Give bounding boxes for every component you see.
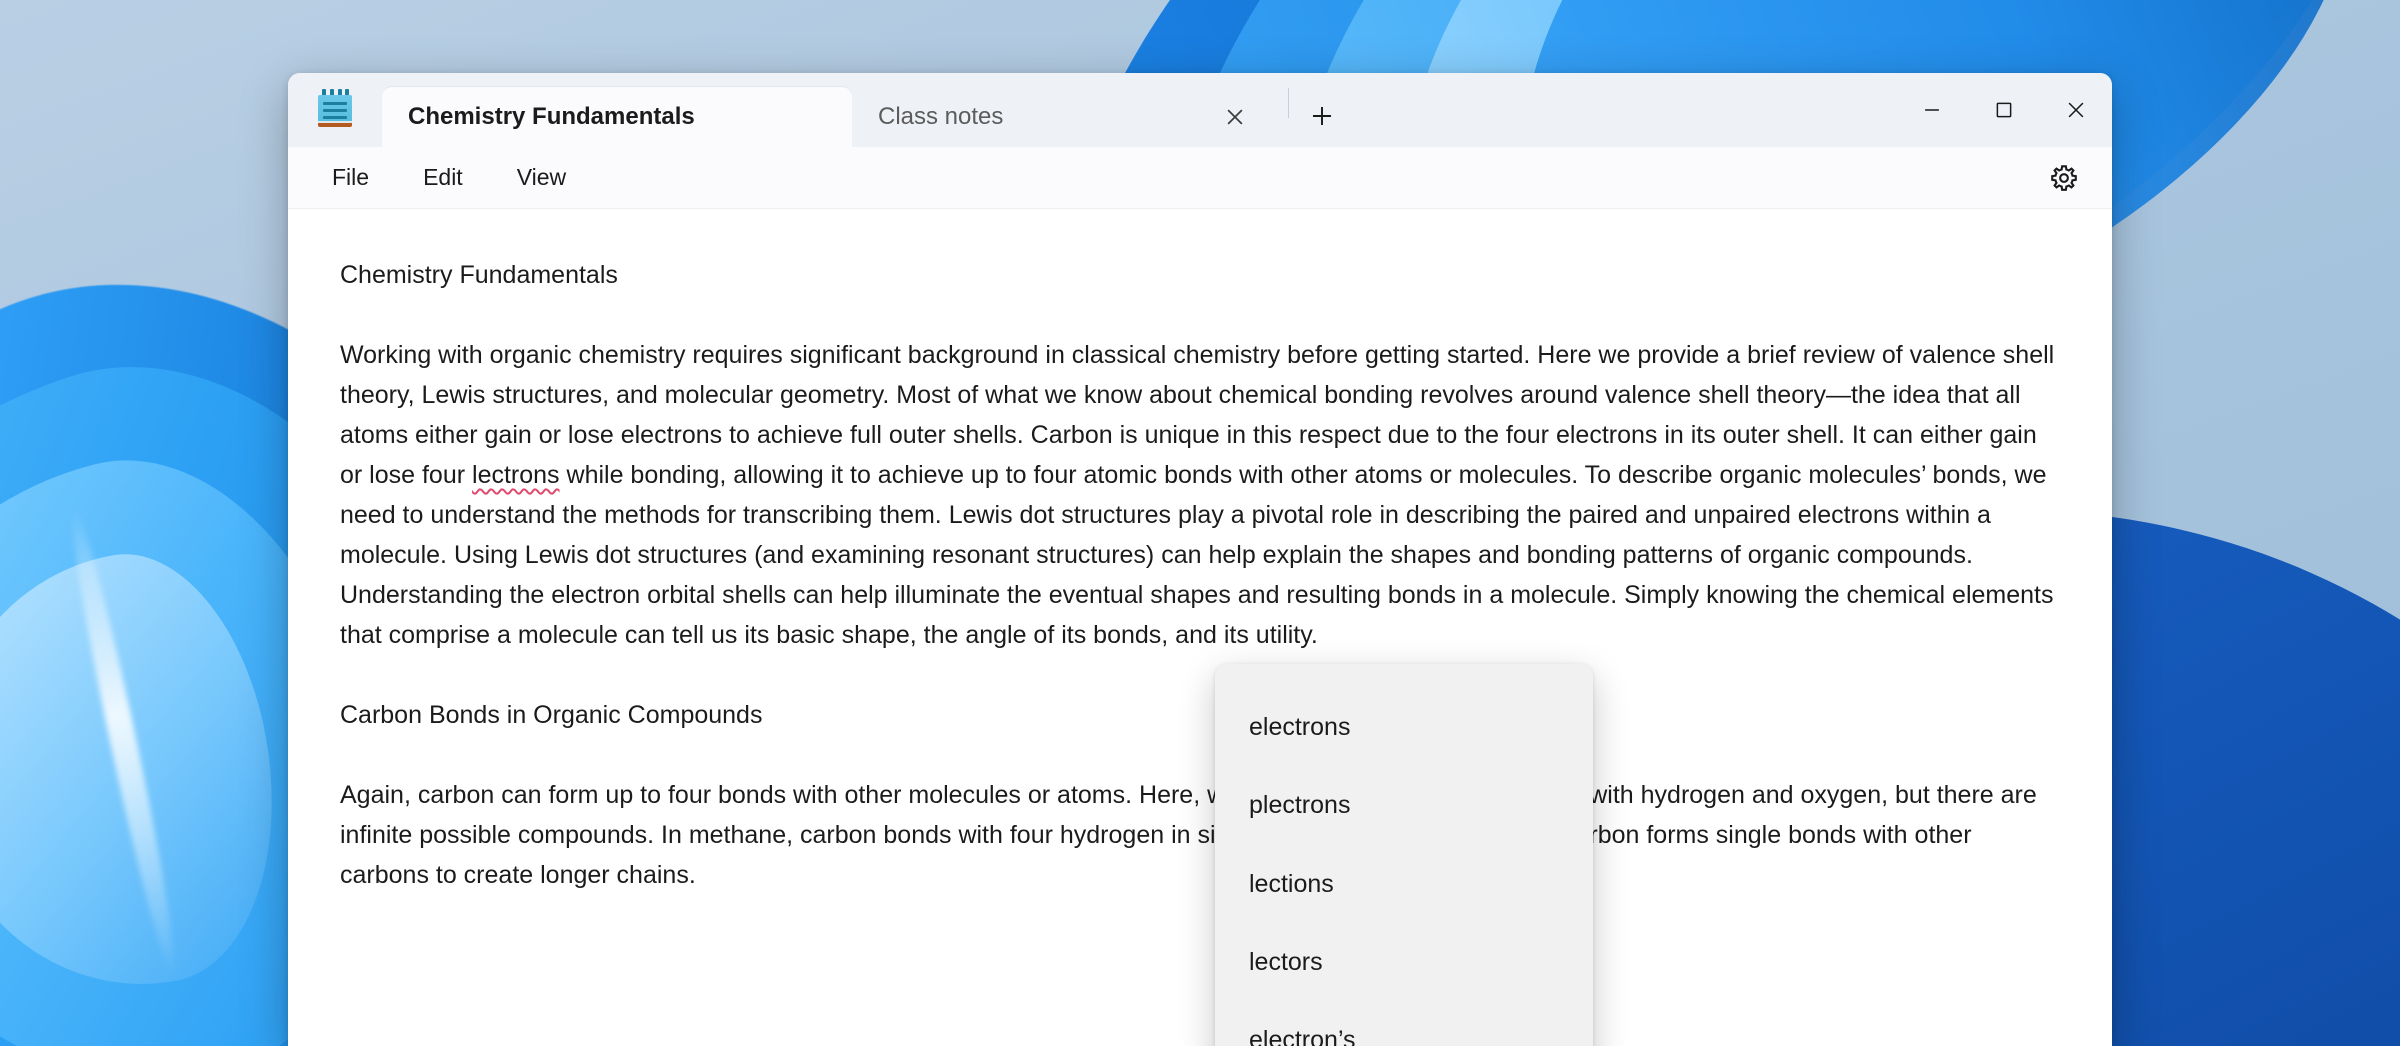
- tab-label: Class notes: [878, 103, 1003, 131]
- wallpaper-highlight-streak: [60, 503, 185, 978]
- suggestion-item-lectors[interactable]: lectors: [1215, 923, 1593, 1001]
- wallpaper-petal-4: [0, 535, 305, 1016]
- menu-item-view[interactable]: View: [495, 156, 588, 199]
- maximize-icon[interactable]: [1968, 73, 2040, 147]
- suggestion-item-electrons-possessive[interactable]: electron’s: [1215, 1002, 1593, 1046]
- suggestion-item-electrons[interactable]: electrons: [1215, 688, 1593, 766]
- document-heading-2: Carbon Bonds in Organic Compounds: [340, 695, 2060, 735]
- document-heading: Chemistry Fundamentals: [340, 255, 2060, 295]
- close-icon[interactable]: [1212, 94, 1258, 140]
- gear-icon[interactable]: [2038, 152, 2090, 204]
- menu-item-edit[interactable]: Edit: [401, 156, 485, 199]
- desktop: Chemistry Fundamentals Class notes: [0, 0, 2400, 1046]
- suggestion-item-lections[interactable]: lections: [1215, 845, 1593, 923]
- tab-separator: [1288, 88, 1289, 118]
- notepad-window: Chemistry Fundamentals Class notes: [288, 73, 2112, 1046]
- menubar: File Edit View: [288, 147, 2112, 209]
- spell-suggestion-popup: electrons plectrons lections lectors ele…: [1215, 664, 1593, 1046]
- document-body: Chemistry Fundamentals Working with orga…: [340, 255, 2060, 895]
- app-icon-slot: [288, 73, 382, 147]
- notepad-icon: [318, 89, 352, 127]
- misspelled-word[interactable]: lectrons: [472, 461, 560, 489]
- titlebar: Chemistry Fundamentals Class notes: [288, 73, 2112, 147]
- minimize-icon[interactable]: [1896, 73, 1968, 147]
- tab-class-notes[interactable]: Class notes: [852, 87, 1282, 147]
- document-paragraph-1: Working with organic chemistry requires …: [340, 335, 2060, 655]
- tab-chemistry-fundamentals[interactable]: Chemistry Fundamentals: [382, 87, 852, 147]
- plus-icon[interactable]: [1295, 89, 1349, 143]
- window-controls: [1896, 73, 2112, 147]
- tab-strip: Chemistry Fundamentals Class notes: [382, 73, 1896, 147]
- text-editor[interactable]: Chemistry Fundamentals Working with orga…: [288, 209, 2112, 1046]
- tab-label: Chemistry Fundamentals: [408, 103, 695, 131]
- paragraph-1-part-b: while bonding, allowing it to achieve up…: [340, 461, 2054, 649]
- document-paragraph-2: Again, carbon can form up to four bonds …: [340, 775, 2060, 895]
- suggestion-item-plectrons[interactable]: plectrons: [1215, 766, 1593, 844]
- menu-item-file[interactable]: File: [310, 156, 391, 199]
- close-icon[interactable]: [2040, 73, 2112, 147]
